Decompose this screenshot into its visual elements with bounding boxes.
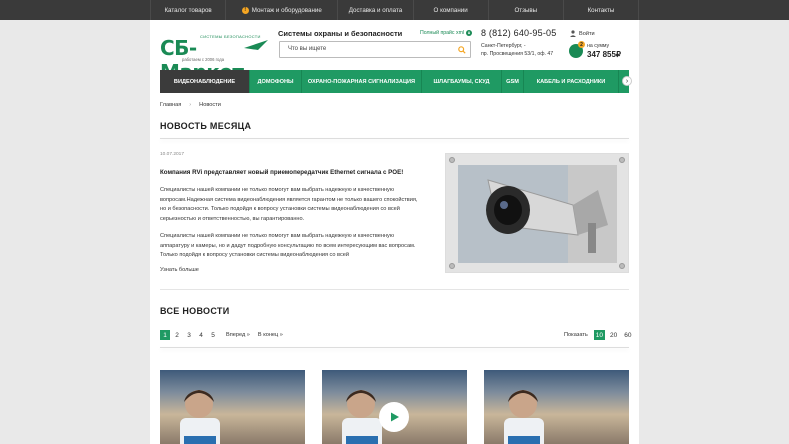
category-intercoms[interactable]: ДОМОФОНЫ [250,70,302,93]
page-title: НОВОСТЬ МЕСЯЦА [160,121,252,131]
category-fire-alarm[interactable]: ОХРАНО-ПОЖАРНАЯ СИГНАЛИЗАЦИЯ [302,70,422,93]
address: Санкт-Петербург, - пр. Просвещения 53/1,… [481,42,553,58]
news-card[interactable] [484,370,629,444]
per-page-selector: Показать 10 20 60 [564,330,633,340]
news-card[interactable] [160,370,305,444]
divider [160,289,629,290]
address-line: пр. Просвещения 53/1, оф. 47 [481,51,554,57]
person-image [180,390,220,444]
category-video[interactable]: ВИДЕОНАБЛЮДЕНИЕ [160,70,250,93]
news-image-frame [445,153,629,273]
per-page-label: Показать [564,332,588,338]
category-barriers[interactable]: ШЛАГБАУМЫ, СКУД [422,70,502,93]
category-cable[interactable]: КАБЕЛЬ И РАСХОДНИКИ [524,70,619,93]
search-input[interactable]: Что вы ищете [288,46,326,52]
screw-icon [449,263,455,269]
page-2[interactable]: 2 [172,330,182,340]
breadcrumb-separator: › [189,102,192,108]
divider [160,138,629,139]
screw-icon [619,157,625,163]
camera-image [458,165,617,263]
page-4[interactable]: 4 [196,330,206,340]
topnav-label: О компании [433,6,468,14]
page-1[interactable]: 1 [160,330,170,340]
topnav-label: Отзывы [514,6,538,14]
screw-icon [449,157,455,163]
breadcrumb: Главная › Новости [160,102,221,108]
topnav-contacts[interactable]: Контакты [562,0,640,20]
news-paragraph: Специалисты нашей компании не только пом… [160,233,416,258]
per-page-20[interactable]: 20 [608,330,619,340]
category-nav: ВИДЕОНАБЛЮДЕНИЕ ДОМОФОНЫ ОХРАНО-ПОЖАРНАЯ… [160,70,632,93]
security-camera-icon [458,165,617,263]
search-box: Что вы ищете [279,41,471,58]
logo-wing-icon [244,40,268,50]
last-page-link[interactable]: В конец » [258,332,283,338]
user-icon [570,30,576,37]
download-icon [466,30,473,36]
pagination: 1 2 3 4 5 Вперед » В конец » [160,330,283,340]
divider [160,347,629,348]
category-gsm[interactable]: GSM [502,70,524,93]
section-title: ВСЕ НОВОСТИ [160,306,230,316]
price-list-link[interactable]: Полный прайс xml [420,30,473,36]
price-list-label: Полный прайс xml [420,30,465,36]
topnav-label: Контакты [587,6,615,14]
topnav-reviews[interactable]: Отзывы [487,0,563,20]
news-title[interactable]: Компания RVi представляет новый приемопе… [160,169,403,176]
breadcrumb-home[interactable]: Главная [160,102,181,108]
address-line: Санкт-Петербург, - [481,43,526,49]
read-more-link[interactable]: Узнать больше [160,267,199,273]
person-image [504,390,544,444]
topnav-install[interactable]: ! Монтаж и оборудование [225,0,337,20]
topnav-label: Каталог товаров [164,6,212,14]
topnav-delivery[interactable]: Доставка и оплата [337,0,412,20]
top-nav: Каталог товаров ! Монтаж и оборудование Д… [0,0,789,20]
cart-sum: 347 855₽ [587,50,622,59]
login-label: Войти [579,30,595,37]
cart-count-badge: 2 [578,41,585,48]
phone-number[interactable]: 8 (812) 640-95-05 [481,28,556,38]
per-page-60[interactable]: 60 [622,330,633,340]
alert-icon: ! [241,6,249,14]
cart-label: на сумму [587,43,610,49]
topnav-label: Доставка и оплата [348,6,403,14]
site-tagline: Системы охраны и безопасности [278,29,403,38]
topnav-about[interactable]: О компании [412,0,488,20]
search-button[interactable] [454,43,469,56]
page-3[interactable]: 3 [184,330,194,340]
cart-widget[interactable]: 2 на сумму 347 855₽ [569,41,629,62]
topnav-label: Монтаж и оборудование [251,6,322,14]
topnav-catalog[interactable]: Каталог товаров [150,0,225,20]
screw-icon [619,263,625,269]
chevron-right-icon[interactable]: › [622,76,632,86]
search-icon [457,45,466,54]
page-5[interactable]: 5 [208,330,218,340]
play-icon [391,412,399,422]
news-card[interactable] [322,370,467,444]
news-date: 10.07.2017 [160,152,185,157]
site-logo[interactable]: СИСТЕМЫ БЕЗОПАСНОСТИ СБ-Маркет работаем … [160,34,272,84]
play-button[interactable] [379,402,409,432]
logo-subtitle: работаем с 2006 года [182,57,225,62]
breadcrumb-current: Новости [199,102,221,108]
next-page-link[interactable]: Вперед » [226,332,250,338]
per-page-10[interactable]: 10 [593,330,606,340]
login-link[interactable]: Войти [570,30,595,37]
news-paragraph: Специалисты нашей компании не только пом… [160,187,418,222]
